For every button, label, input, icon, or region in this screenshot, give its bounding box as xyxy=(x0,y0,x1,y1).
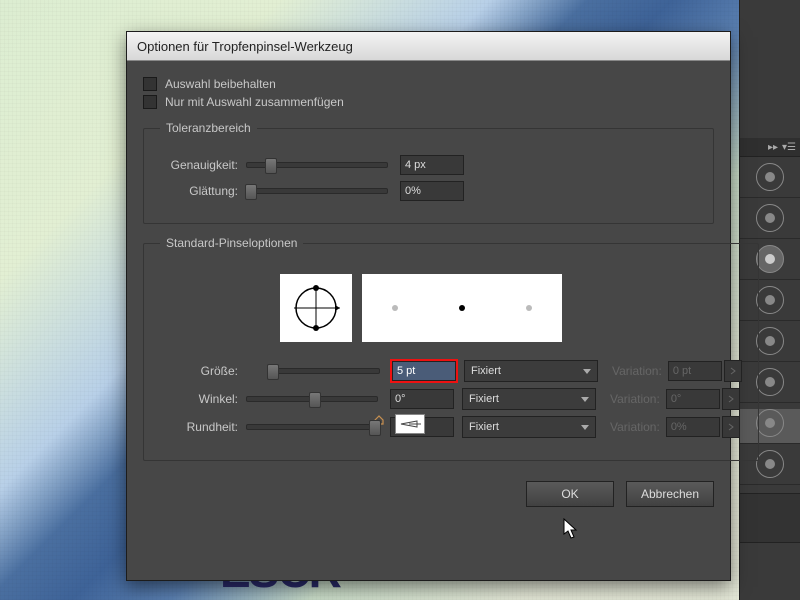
dialog-title: Optionen für Tropfenpinsel-Werkzeug xyxy=(137,39,353,54)
angle-preview[interactable] xyxy=(280,274,352,342)
roundness-slider[interactable] xyxy=(246,424,378,430)
roundness-variation-field: 0% xyxy=(666,417,720,437)
roundness-label: Rundheit: xyxy=(160,420,238,434)
slider-knob[interactable] xyxy=(265,158,277,174)
roundness-mode-dropdown[interactable]: Fixiert xyxy=(462,416,596,438)
accuracy-field[interactable]: 4 px xyxy=(400,155,464,175)
size-field[interactable]: 5 pt xyxy=(392,361,456,381)
slider-knob[interactable] xyxy=(267,364,279,380)
angle-mode-dropdown[interactable]: Fixiert xyxy=(462,388,596,410)
merge-selection-checkbox[interactable]: Nur mit Auswahl zusammenfügen xyxy=(143,95,714,109)
smooth-field[interactable]: 0% xyxy=(400,181,464,201)
brush-legend: Standard-Pinseloptionen xyxy=(160,236,303,250)
roundness-variation-stepper xyxy=(722,416,740,438)
slider-knob[interactable] xyxy=(309,392,321,408)
target-item-7[interactable] xyxy=(756,409,784,437)
target-item-4[interactable] xyxy=(756,286,784,314)
stroke-preview xyxy=(362,274,562,342)
angle-slider[interactable] xyxy=(246,396,378,402)
blob-brush-options-dialog: Optionen für Tropfenpinsel-Werkzeug Ausw… xyxy=(126,31,731,581)
accuracy-slider[interactable] xyxy=(246,162,388,168)
angle-field[interactable]: 0° xyxy=(390,389,454,409)
checkbox-icon xyxy=(143,95,157,109)
angle-variation-field: 0° xyxy=(666,389,720,409)
checkbox-icon xyxy=(143,77,157,91)
size-variation-stepper xyxy=(724,360,742,382)
size-label: Größe: xyxy=(160,364,238,378)
keep-selection-checkbox[interactable]: Auswahl beibehalten xyxy=(143,77,714,91)
tolerance-group: Toleranzbereich Genauigkeit: 4 px Glättu… xyxy=(143,121,714,224)
mouse-cursor-icon xyxy=(563,518,579,540)
size-variation-label: Variation: xyxy=(612,364,662,378)
angle-label: Winkel: xyxy=(160,392,238,406)
panel-header: ▸▸ ▾☰ xyxy=(740,138,800,157)
roundness-variation-label: Variation: xyxy=(610,420,660,434)
size-variation-field: 0 pt xyxy=(668,361,722,381)
brush-options-group: Standard-Pinseloptionen xyxy=(143,236,759,461)
slider-knob[interactable] xyxy=(369,420,381,436)
target-item-6[interactable] xyxy=(756,368,784,396)
dialog-titlebar[interactable]: Optionen für Tropfenpinsel-Werkzeug xyxy=(127,32,730,61)
chevron-down-icon xyxy=(581,397,589,402)
keep-selection-label: Auswahl beibehalten xyxy=(165,77,276,91)
chevron-down-icon xyxy=(583,369,591,374)
menu-icon[interactable]: ▾☰ xyxy=(782,142,796,153)
smooth-label: Glättung: xyxy=(160,184,238,198)
merge-selection-label: Nur mit Auswahl zusammenfügen xyxy=(165,95,344,109)
accuracy-label: Genauigkeit: xyxy=(160,158,238,172)
target-item-5[interactable] xyxy=(756,327,784,355)
chevron-down-icon xyxy=(581,425,589,430)
angle-variation-label: Variation: xyxy=(610,392,660,406)
size-mode-dropdown[interactable]: Fixiert xyxy=(464,360,598,382)
target-item-1[interactable] xyxy=(756,163,784,191)
tolerance-legend: Toleranzbereich xyxy=(160,121,257,135)
target-item-3[interactable] xyxy=(756,245,784,273)
ok-button[interactable]: OK xyxy=(526,481,614,507)
expand-icon[interactable]: ▸▸ xyxy=(768,142,778,153)
angle-variation-stepper xyxy=(722,388,740,410)
pen-tool-cursor-icon xyxy=(395,414,425,434)
target-item-8[interactable] xyxy=(756,450,784,478)
cancel-button[interactable]: Abbrechen xyxy=(626,481,714,507)
target-item-2[interactable] xyxy=(756,204,784,232)
smooth-slider[interactable] xyxy=(246,188,388,194)
panel-gap xyxy=(740,493,800,543)
slider-knob[interactable] xyxy=(245,184,257,200)
brush-preview xyxy=(280,274,742,342)
size-slider[interactable] xyxy=(268,368,380,374)
